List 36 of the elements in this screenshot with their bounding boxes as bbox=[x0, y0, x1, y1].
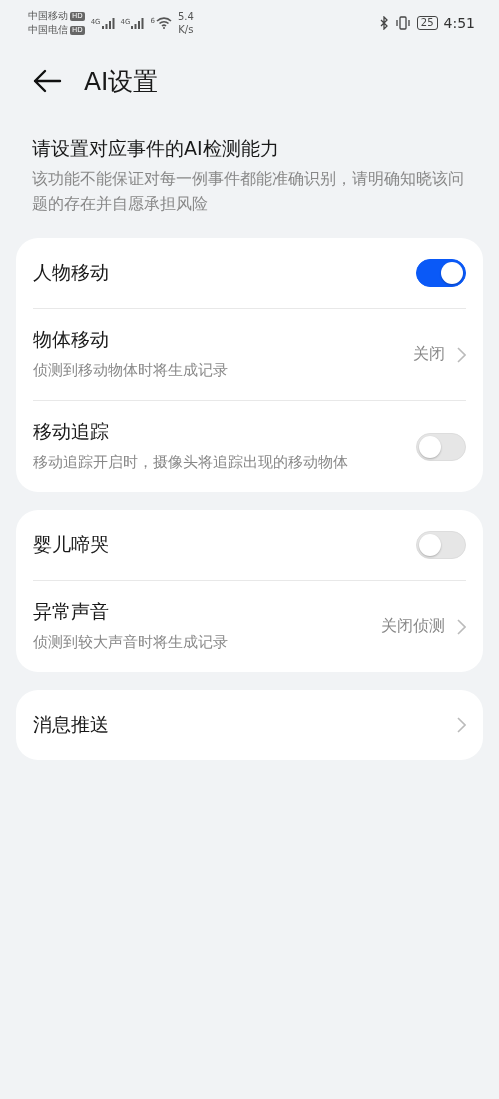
bluetooth-icon bbox=[378, 16, 389, 30]
carrier-name: 中国电信 bbox=[28, 23, 68, 37]
setting-label: 移动追踪 bbox=[33, 419, 110, 444]
settings-row[interactable]: 人物移动 bbox=[33, 238, 466, 308]
wifi-icon bbox=[155, 17, 172, 29]
page-title: AI设置 bbox=[84, 65, 159, 98]
chevron-icon bbox=[457, 618, 466, 635]
speed-value: 5.4 bbox=[177, 10, 194, 23]
setting-label: 异常声音 bbox=[33, 599, 110, 624]
setting-description: 侦测到移动物体时将生成记录 bbox=[33, 360, 229, 381]
speed-unit: K/s bbox=[178, 23, 194, 36]
settings-row[interactable]: 移动追踪 移动追踪开启时，摄像头将追踪出现的移动物体 bbox=[33, 401, 466, 492]
setting-label: 消息推送 bbox=[33, 712, 110, 737]
disclaimer-text: 该功能不能保证对每一例事件都能准确识别，请明确知晓该问题的存在并自愿承担风险 bbox=[32, 168, 465, 215]
settings-row[interactable]: 异常声音 侦测到较大声音时将生成记录 关闭侦测 bbox=[33, 581, 466, 672]
settings-row[interactable]: 消息推送 bbox=[33, 690, 466, 760]
section-title: 请设置对应事件的AI检测能力 bbox=[32, 136, 280, 161]
chevron-icon bbox=[457, 717, 466, 733]
settings-row[interactable]: 物体移动 侦测到移动物体时将生成记录 关闭 bbox=[33, 309, 466, 400]
signal-icon bbox=[101, 17, 115, 29]
setting-label: 人物移动 bbox=[33, 260, 110, 285]
setting-description: 侦测到较大声音时将生成记录 bbox=[33, 632, 229, 653]
chevron-icon bbox=[457, 346, 466, 363]
carrier-name: 中国移动 bbox=[28, 9, 68, 23]
setting-description: 移动追踪开启时，摄像头将追踪出现的移动物体 bbox=[33, 452, 349, 473]
setting-label: 婴儿啼哭 bbox=[33, 532, 110, 557]
setting-value: 关闭 bbox=[413, 344, 445, 365]
clock-time: 4:51 bbox=[443, 15, 475, 31]
settings-row[interactable]: 婴儿啼哭 bbox=[33, 510, 466, 580]
setting-value: 关闭侦测 bbox=[381, 616, 445, 637]
vibrate-icon bbox=[394, 16, 411, 30]
setting-label: 物体移动 bbox=[33, 327, 110, 352]
signal-icon bbox=[131, 17, 145, 29]
back-button[interactable] bbox=[32, 69, 62, 93]
battery-indicator: 25 bbox=[416, 16, 438, 30]
toggle-switch[interactable] bbox=[416, 259, 466, 287]
